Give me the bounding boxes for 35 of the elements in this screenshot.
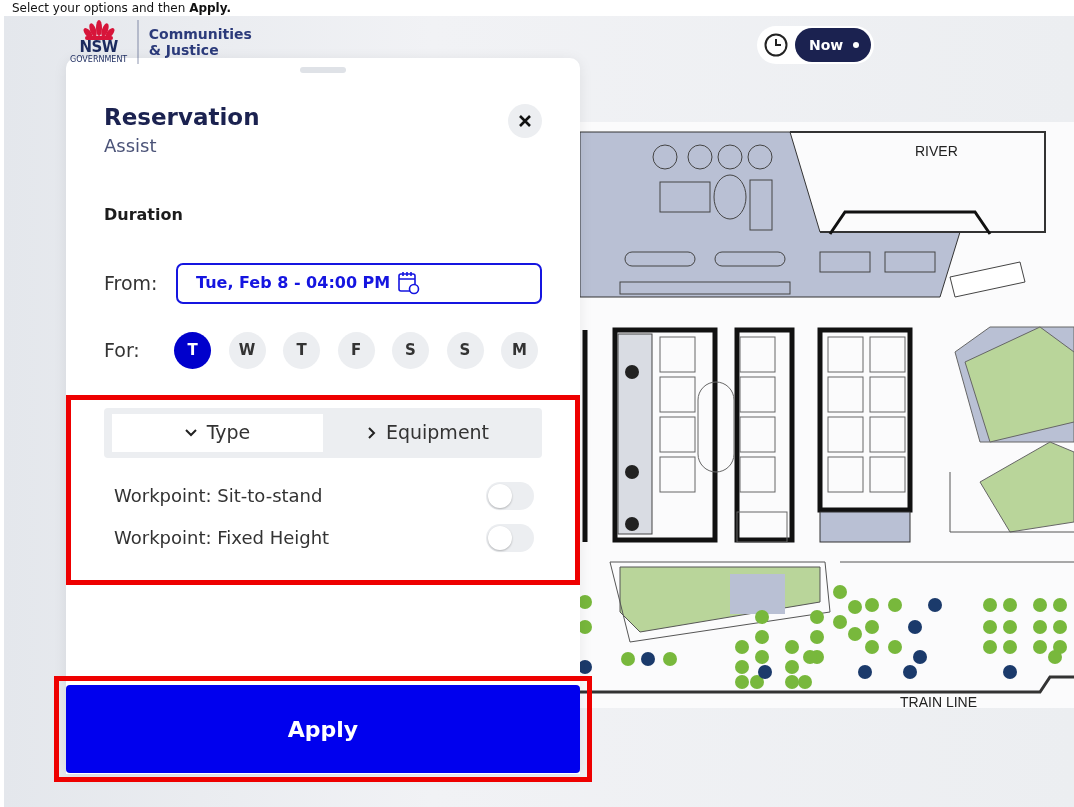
close-button[interactable] (508, 104, 542, 138)
panel-title: Reservation (104, 104, 260, 132)
day-button[interactable]: T (283, 331, 320, 369)
option-label: Workpoint: Fixed Height (114, 526, 330, 551)
day-button[interactable]: T (174, 331, 211, 369)
panel-subtitle: Assist (104, 133, 158, 158)
organisation-name: Communities (148, 26, 252, 42)
day-button[interactable]: S (446, 331, 484, 369)
filter-tab[interactable]: Type (112, 413, 323, 452)
option-label: Workpoint: Sit-to-stand (114, 484, 323, 509)
chevron-right-icon (367, 426, 376, 439)
now-toggle[interactable]: Now (795, 28, 872, 62)
chevron-down-icon (184, 428, 197, 437)
day-button[interactable]: M (501, 331, 538, 369)
drag-handle[interactable] (300, 67, 346, 73)
map-label: RIVER (915, 143, 958, 159)
toggle-switch[interactable] (486, 481, 534, 510)
logo-subtext: GOVERNMENT (70, 56, 128, 64)
map-label: TRAIN LINE (900, 694, 977, 708)
field-label: For: (104, 337, 141, 363)
waratah-flower-icon (81, 20, 116, 40)
close-icon (518, 114, 532, 128)
organisation-name: & Justice (148, 42, 220, 58)
logo-wordmark: NSW (79, 40, 118, 55)
filter-tab[interactable]: Equipment (323, 413, 534, 452)
field-label: From: (104, 270, 159, 296)
calendar-icon (398, 271, 421, 296)
section-label: Duration (104, 203, 184, 226)
date-time-field[interactable]: Tue, Feb 8 - 04:00 PM (176, 262, 542, 304)
day-button[interactable]: W (228, 331, 266, 369)
day-button[interactable]: F (337, 331, 375, 369)
toggle-switch[interactable] (486, 523, 534, 552)
day-button[interactable]: S (392, 331, 429, 369)
clock-icon[interactable] (763, 32, 789, 58)
apply-button[interactable]: Apply (66, 685, 580, 773)
